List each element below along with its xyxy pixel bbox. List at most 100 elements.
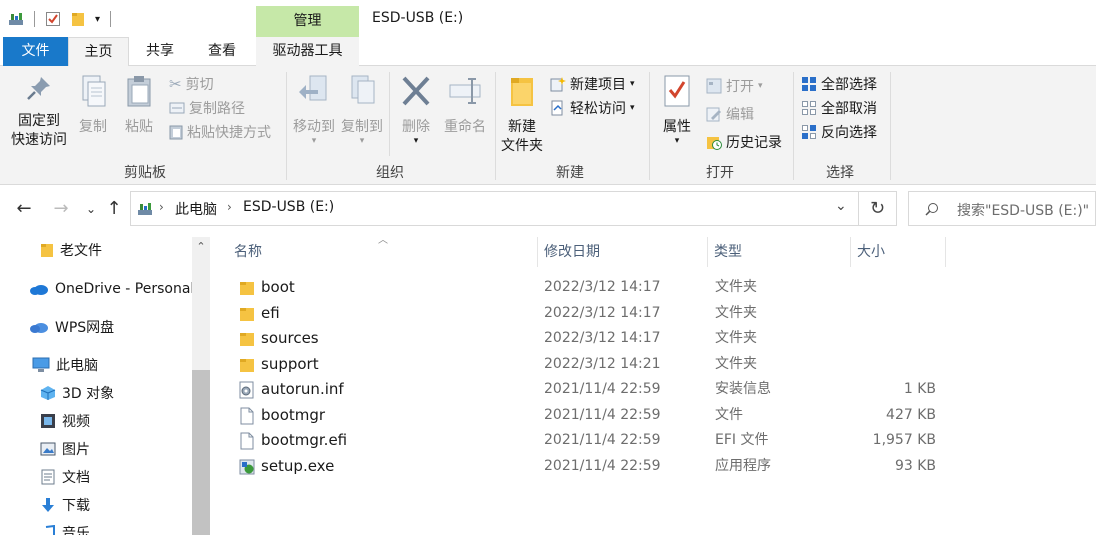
copy-button[interactable]: 复制 [72,74,114,137]
organize-group-label: 组织 [376,165,404,181]
ribbon-tabs: 文件 主页 共享 查看 驱动器工具 [0,37,1096,67]
forward-arrow-icon[interactable]: → [50,198,72,220]
delete-label: 删除 [402,119,430,135]
address-bar[interactable]: › 此电脑 › ESD-USB (E:) ⌄ [130,191,859,226]
list-item[interactable]: sources 2022/3/12 14:17 文件夹 [228,326,948,351]
open-dropdown-icon: ▾ [758,81,763,91]
open-icon [706,78,722,94]
new-folder-label-2: 文件夹 [501,138,543,154]
list-item[interactable]: bootmgr 2021/11/4 22:59 文件 427 KB [228,403,948,428]
nav-item-old-files[interactable]: 老文件 [40,237,102,263]
tab-drive-tools[interactable]: 驱动器工具 [256,37,359,66]
navpane-scroll-thumb[interactable] [192,370,210,535]
refresh-icon[interactable]: ↻ [859,191,897,226]
nav-item-this-pc[interactable]: 此电脑 [32,352,98,378]
file-type: 文件夹 [715,330,757,346]
easy-access-button[interactable]: 轻松访问 ▾ [550,97,635,119]
history-icon [707,137,722,150]
paste-shortcut-button[interactable]: 粘贴快捷方式 [169,121,271,143]
file-type: 安装信息 [715,381,771,397]
edit-button[interactable]: 编辑 [706,103,754,125]
list-item[interactable]: support 2022/3/12 14:21 文件夹 [228,352,948,377]
invert-selection-button[interactable]: 反向选择 [801,121,877,143]
list-item[interactable]: boot 2022/3/12 14:17 文件夹 [228,275,948,300]
nav-item-downloads[interactable]: 下载 [40,492,90,518]
open-button[interactable]: 打开 ▾ [706,75,763,97]
file-size: 93 KB [894,457,936,474]
paste-button[interactable]: 粘贴 [118,74,160,137]
nav-item-onedrive[interactable]: OneDrive - Personal [29,276,194,302]
back-arrow-icon[interactable]: ← [13,198,35,220]
folder-icon [240,282,254,295]
properties-check-icon[interactable] [45,11,61,27]
pin-quick-access-button[interactable]: 固定到 快速访问 [8,74,70,150]
breadcrumb-separator-icon[interactable]: › [159,200,164,214]
invert-selection-label: 反向选择 [821,125,877,141]
select-none-label: 全部取消 [821,101,877,117]
tab-view[interactable]: 查看 [193,37,251,66]
qat-separator [34,11,35,27]
list-item[interactable]: setup.exe 2021/11/4 22:59 应用程序 93 KB [228,454,948,479]
search-box[interactable]: 搜索"ESD-USB (E:)" [908,191,1096,226]
pin-icon [27,77,50,100]
copy-icon [82,75,106,107]
column-header-size[interactable]: 大小 [851,237,946,267]
tab-share[interactable]: 共享 [131,37,189,66]
tab-home[interactable]: 主页 [68,37,129,67]
nav-label: WPS网盘 [55,320,115,336]
list-item[interactable]: autorun.inf 2021/11/4 22:59 安装信息 1 KB [228,377,948,402]
drive-icon[interactable] [8,11,24,27]
breadcrumb-this-pc[interactable]: 此电脑 [175,199,217,219]
list-item[interactable]: efi 2022/3/12 14:17 文件夹 [228,301,948,326]
properties-button[interactable]: 属性 ▾ [655,74,699,146]
select-none-button[interactable]: 全部取消 [801,97,877,119]
navigation-bar: ← → ⌄ ↑ › 此电脑 › ESD-USB (E:) ⌄ ↻ 搜索"ESD-… [0,185,1096,233]
nav-item-wps-cloud[interactable]: WPS网盘 [29,314,114,340]
recent-locations-chevron-icon[interactable]: ⌄ [80,198,102,220]
copy-to-button[interactable]: 复制到 ▾ [339,74,385,146]
file-name: efi [261,303,280,322]
new-folder-button[interactable]: 新建 文件夹 [498,74,546,156]
column-header-type[interactable]: 类型 [708,237,851,267]
rename-icon [449,78,481,104]
file-size [836,275,936,300]
file-size: 1,957 KB [872,432,936,448]
nav-item-music[interactable]: 音乐 [40,520,90,535]
history-button[interactable]: 历史记录 [706,131,782,153]
nav-label: 3D 对象 [62,386,115,402]
column-header-date[interactable]: 修改日期 [538,237,708,267]
new-folder-qat-icon[interactable] [71,11,85,27]
paste-label: 粘贴 [125,119,153,135]
move-to-button[interactable]: 移动到 ▾ [290,74,338,146]
video-icon [41,414,55,428]
setup-exe-icon [239,459,255,474]
rename-button[interactable]: 重命名 [440,74,490,137]
nav-item-pictures[interactable]: 图片 [40,436,90,462]
scroll-up-arrow-icon[interactable]: ⌃ [192,237,210,257]
history-label: 历史记录 [726,135,782,151]
paste-icon [127,76,151,107]
cut-button[interactable]: ✂ 剪切 [169,73,214,95]
address-history-chevron-icon[interactable]: ⌄ [835,198,847,214]
delete-button[interactable]: 删除 ▾ [394,74,438,146]
group-separator [793,72,794,180]
breadcrumb-drive[interactable]: ESD-USB (E:) [243,199,334,215]
up-arrow-icon[interactable]: ↑ [103,198,125,220]
easy-access-dropdown-icon: ▾ [630,103,635,113]
nav-item-videos[interactable]: 视频 [40,408,90,434]
tab-file[interactable]: 文件 [3,37,68,66]
breadcrumb-separator-icon[interactable]: › [227,200,232,214]
easy-access-icon [551,100,563,116]
copy-label: 复制 [79,119,107,135]
copy-path-button[interactable]: 复制路径 [169,97,245,119]
qat-dropdown-icon[interactable]: ▾ [95,14,100,25]
title-bar: ▾ 管理 ESD-USB (E:) [0,0,1096,37]
file-date: 2021/11/4 22:59 [544,457,661,474]
nav-item-documents[interactable]: 文档 [40,464,90,490]
music-icon [45,525,55,535]
select-all-button[interactable]: 全部选择 [801,73,877,95]
nav-label: 视频 [62,414,90,430]
new-item-button[interactable]: 新建项目 ▾ [550,73,635,95]
nav-item-3d-objects[interactable]: 3D 对象 [40,380,114,406]
list-item[interactable]: bootmgr.efi 2021/11/4 22:59 EFI 文件 1,957… [228,428,948,453]
